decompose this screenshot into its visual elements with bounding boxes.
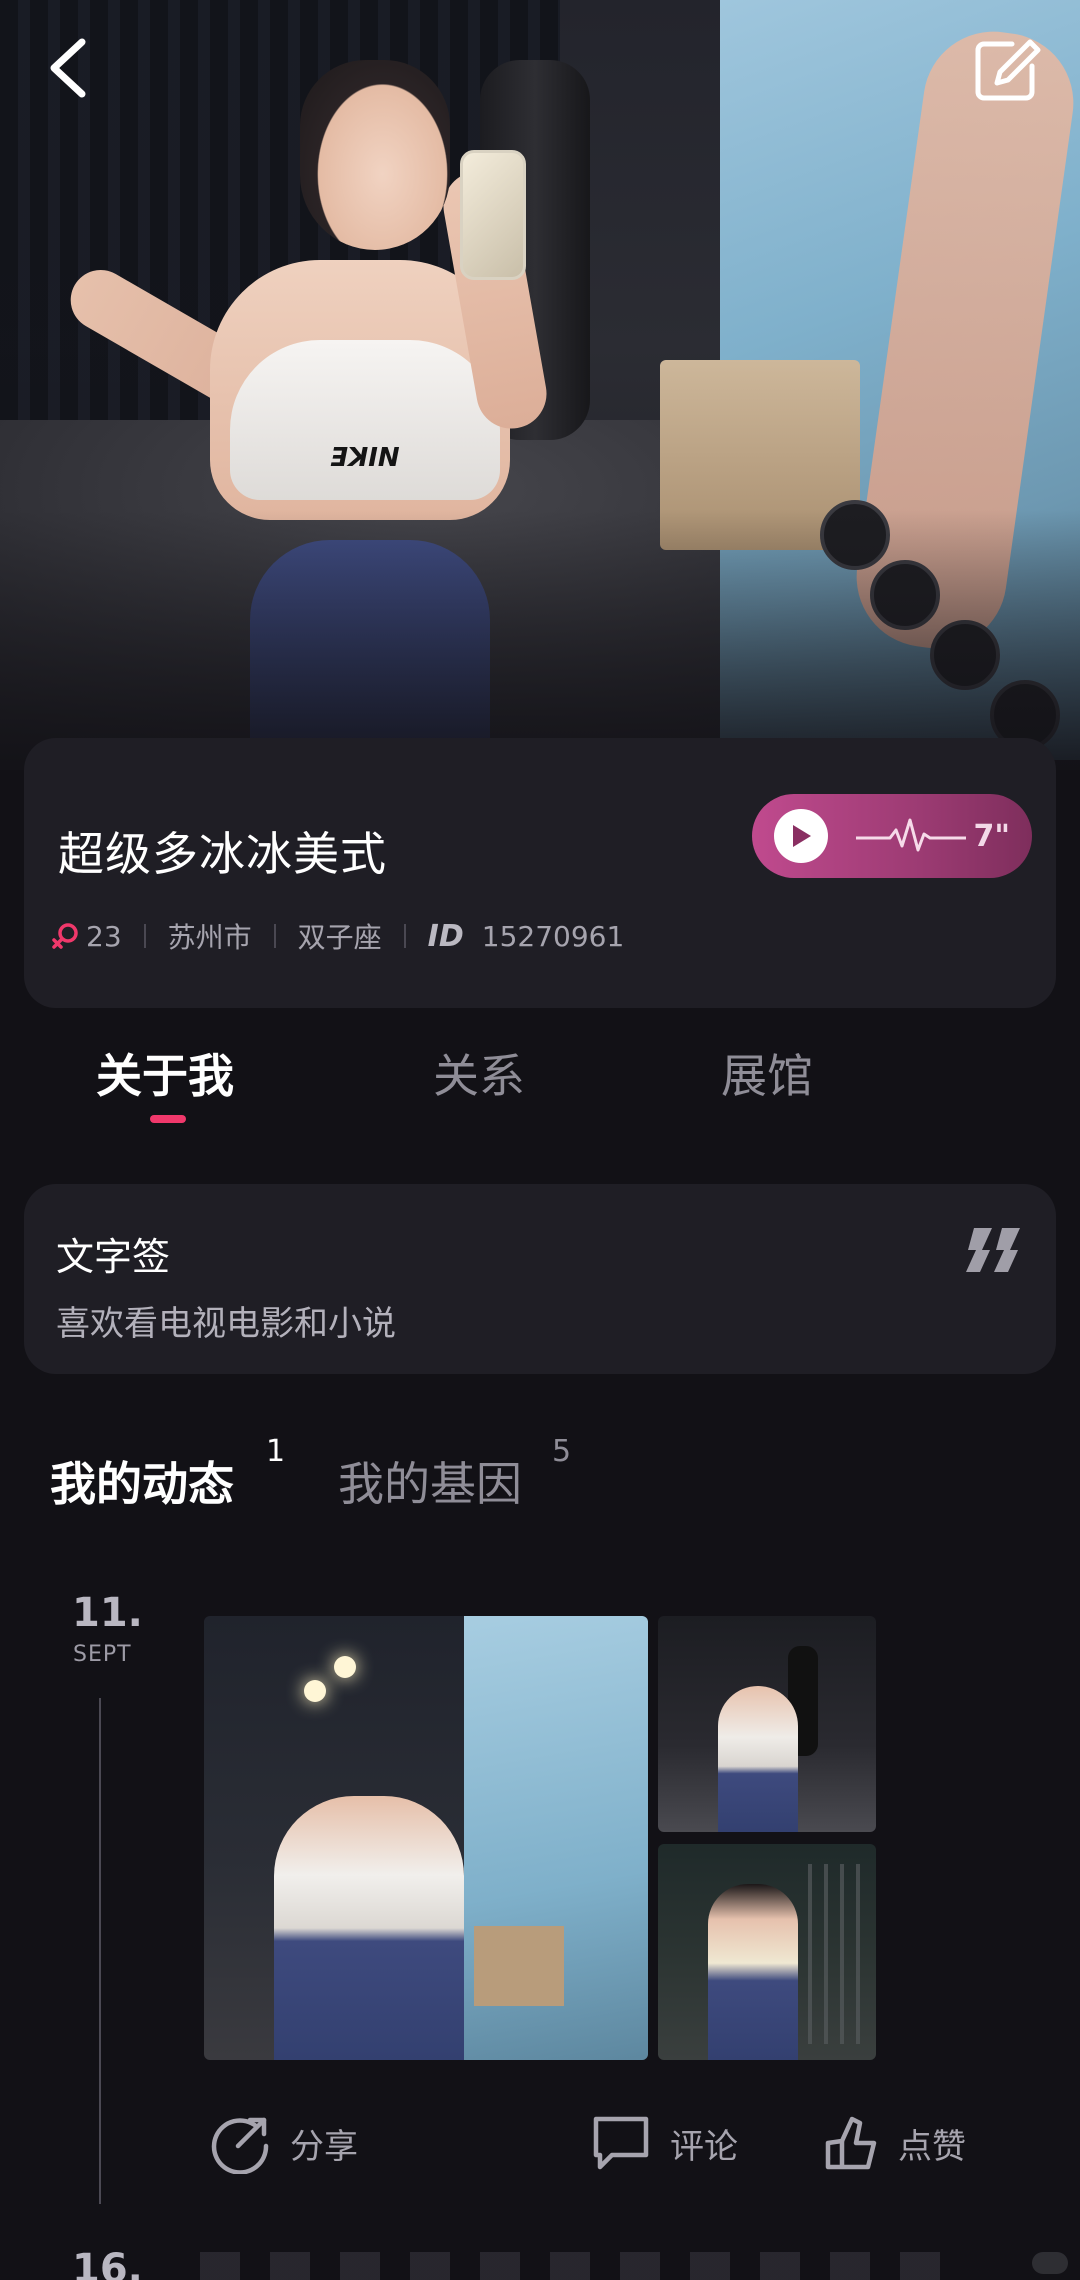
active-tab-indicator <box>150 1115 186 1123</box>
posts-count: 1 <box>266 1434 286 1469</box>
phone <box>460 150 526 280</box>
back-arrow-icon <box>50 38 86 98</box>
divider <box>143 924 146 948</box>
post-date-day: 16. <box>72 2246 143 2280</box>
tab-relationships[interactable]: 关系 <box>433 1040 525 1106</box>
like-icon <box>825 2116 877 2170</box>
post-date-month: SEPT <box>73 1642 132 1667</box>
profile-id[interactable]: 15270961 <box>482 920 625 953</box>
genes-count: 5 <box>552 1434 572 1469</box>
female-icon <box>52 923 78 949</box>
tab-my-genes[interactable]: 我的基因 <box>338 1448 522 1514</box>
share-label: 分享 <box>290 2126 358 2167</box>
voice-intro-button[interactable]: 7" <box>752 794 1032 878</box>
comment-button[interactable]: 评论 <box>590 2110 738 2176</box>
post-photo[interactable] <box>204 1616 648 2060</box>
post-photo[interactable] <box>658 1844 876 2060</box>
back-button[interactable] <box>36 36 100 100</box>
watermark <box>1032 2252 1068 2274</box>
divider <box>273 924 276 948</box>
profile-zodiac: 双子座 <box>297 921 382 954</box>
profile-cover-photo[interactable]: NIKE <box>0 0 1080 770</box>
profile-city: 苏州市 <box>167 921 252 954</box>
profile-name: 超级多冰冰美式 <box>58 827 387 881</box>
tab-my-posts[interactable]: 我的动态 <box>50 1448 234 1514</box>
voice-duration: 7" <box>973 818 1010 854</box>
play-icon <box>774 809 828 863</box>
quote-icon <box>966 1228 1020 1272</box>
signature-text: 喜欢看电视电影和小说 <box>56 1304 396 1344</box>
comment-icon <box>593 2116 649 2170</box>
like-button[interactable]: 点赞 <box>820 2110 966 2176</box>
signature-card: 文字签 喜欢看电视电影和小说 <box>24 1184 1056 1374</box>
divider <box>403 924 406 948</box>
waveform-icon <box>856 818 966 852</box>
tab-about-me[interactable]: 关于我 <box>96 1040 234 1106</box>
id-label: ID <box>427 918 464 954</box>
like-label: 点赞 <box>898 2126 966 2167</box>
share-button[interactable]: 分享 <box>210 2110 358 2176</box>
tab-my-posts-label: 我的动态 <box>50 1457 234 1511</box>
profile-meta: 23 苏州市 双子座 ID 15270961 <box>50 916 624 956</box>
edit-profile-button[interactable] <box>972 36 1044 104</box>
tab-gallery[interactable]: 展馆 <box>721 1040 813 1106</box>
post-photo[interactable] <box>658 1616 876 1832</box>
profile-age: 23 <box>86 919 122 953</box>
comment-label: 评论 <box>670 2126 738 2167</box>
share-icon <box>211 2117 269 2174</box>
edit-icon <box>975 39 1041 101</box>
tab-my-genes-label: 我的基因 <box>338 1457 522 1511</box>
post-text <box>200 2252 960 2280</box>
profile-card: 超级多冰冰美式 7" 23 苏州市 双子座 ID 15270961 <box>24 738 1056 1008</box>
post-date-day: 11. <box>72 1590 143 1636</box>
post-actions: 分享 评论 点赞 <box>0 2110 1080 2180</box>
shirt-logo: NIKE <box>330 440 400 470</box>
profile-tabs: 关于我 关系 展馆 <box>0 1040 1080 1130</box>
signature-title: 文字签 <box>56 1235 171 1279</box>
